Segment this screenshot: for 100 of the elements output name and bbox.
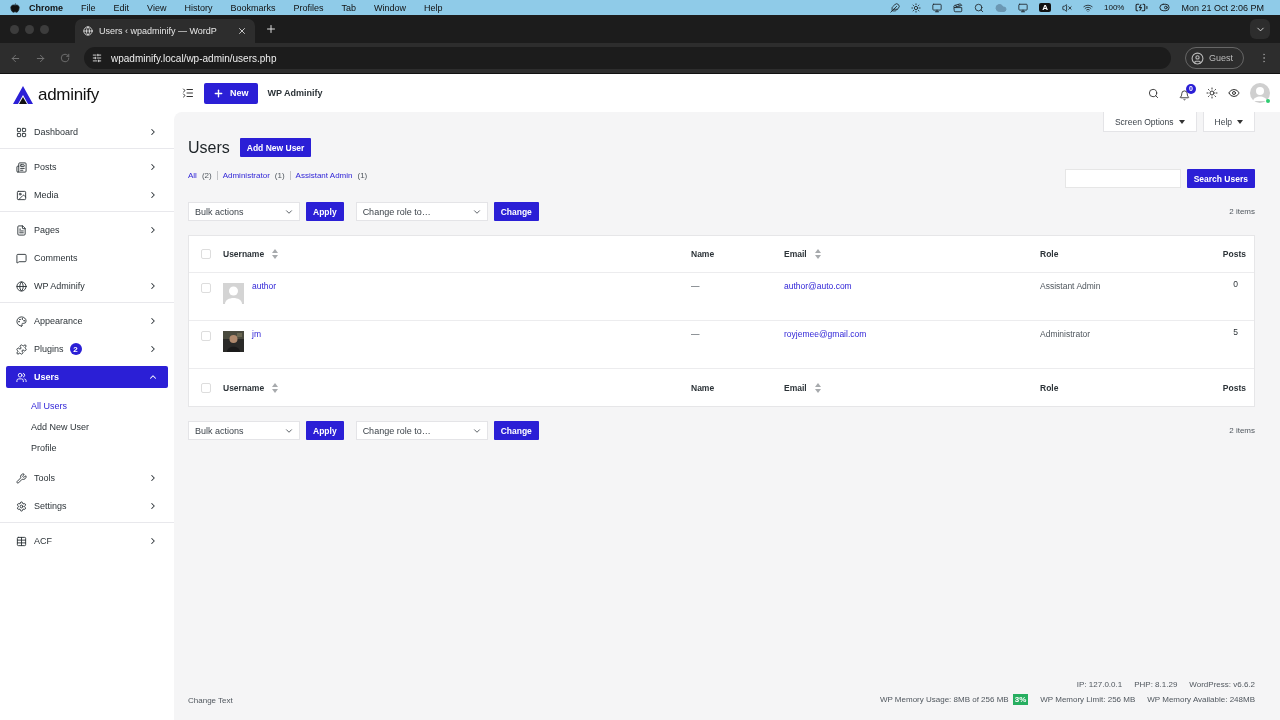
sidebar-item[interactable]: Settings bbox=[6, 495, 168, 517]
add-new-user-button[interactable]: Add New User bbox=[239, 138, 312, 157]
filter-link[interactable]: Administrator bbox=[222, 171, 270, 180]
posts-count[interactable]: 5 bbox=[1233, 327, 1254, 337]
mute-icon[interactable] bbox=[1062, 2, 1072, 13]
column-header: Role bbox=[1040, 249, 1059, 259]
theme-toggle-button[interactable] bbox=[1206, 87, 1218, 99]
filter-count: (2) bbox=[201, 171, 212, 180]
change-role-select[interactable]: Change role to… bbox=[355, 421, 488, 440]
email-link[interactable]: royjemee@gmail.com bbox=[784, 329, 1040, 339]
username-link[interactable]: author bbox=[252, 281, 277, 291]
monitor-icon[interactable] bbox=[1018, 2, 1029, 13]
submenu-item[interactable]: Profile bbox=[31, 437, 168, 458]
email-link[interactable]: author@auto.com bbox=[784, 281, 1040, 291]
wifi-icon[interactable] bbox=[1083, 2, 1093, 13]
apple-icon[interactable] bbox=[10, 2, 20, 13]
menu-item[interactable]: History bbox=[175, 2, 222, 13]
screen-meta-tab[interactable]: Screen Options bbox=[1102, 112, 1197, 132]
menu-item[interactable]: Tab bbox=[332, 2, 365, 13]
menu-item[interactable]: Chrome bbox=[20, 2, 72, 13]
sidebar-item[interactable]: Users bbox=[6, 366, 168, 388]
preview-button[interactable] bbox=[1228, 87, 1240, 99]
submenu-item[interactable]: All Users bbox=[31, 395, 168, 416]
feather-icon[interactable] bbox=[890, 2, 901, 13]
display-icon[interactable] bbox=[932, 2, 943, 13]
clapperboard-icon[interactable] bbox=[953, 2, 964, 13]
clock[interactable]: Mon 21 Oct 2:06 PM bbox=[1181, 2, 1264, 13]
collapse-menu-button[interactable] bbox=[182, 87, 194, 99]
browser-tab[interactable]: Users ‹ wpadminify — WordP bbox=[75, 19, 255, 43]
column-header[interactable]: Username bbox=[223, 382, 265, 393]
back-button[interactable] bbox=[10, 52, 21, 64]
change-button[interactable]: Change bbox=[493, 202, 539, 221]
row-checkbox[interactable] bbox=[201, 331, 211, 341]
memory-info: WP Memory Limit: 256 MB bbox=[1040, 695, 1136, 704]
input-source-indicator[interactable]: A bbox=[1039, 3, 1051, 12]
window-close-dot[interactable] bbox=[10, 24, 19, 34]
search-icon[interactable] bbox=[974, 2, 985, 13]
bulk-actions-select[interactable]: Bulk actions bbox=[188, 421, 300, 440]
column-header[interactable]: Email bbox=[784, 382, 807, 393]
new-tab-button[interactable] bbox=[265, 23, 277, 35]
sidebar-item[interactable]: Posts bbox=[6, 156, 168, 178]
sidebar-item[interactable]: Tools bbox=[6, 467, 168, 489]
sidebar-item[interactable]: ACF bbox=[6, 530, 168, 552]
username-link[interactable]: jm bbox=[252, 329, 261, 339]
apply-button[interactable]: Apply bbox=[306, 421, 344, 440]
menu-item[interactable]: View bbox=[138, 2, 176, 13]
server-info: WordPress: v6.6.2 bbox=[1189, 680, 1255, 689]
site-name[interactable]: WP Adminify bbox=[267, 88, 323, 98]
footer-text: Change Text bbox=[188, 696, 233, 705]
sidebar-item[interactable]: WP Adminify bbox=[6, 275, 168, 297]
sidebar-item[interactable]: Media bbox=[6, 184, 168, 206]
address-bar[interactable]: wpadminify.local/wp-admin/users.php bbox=[84, 47, 1171, 69]
filter-link[interactable]: Assistant Admin bbox=[295, 171, 353, 180]
grid-icon bbox=[16, 126, 27, 138]
sidebar-item[interactable]: Plugins 2 bbox=[6, 338, 168, 360]
menu-item[interactable]: Bookmarks bbox=[221, 2, 285, 13]
change-button[interactable]: Change bbox=[493, 421, 539, 440]
select-all-checkbox[interactable] bbox=[201, 382, 211, 393]
tab-search-button[interactable] bbox=[1250, 19, 1270, 39]
apply-button[interactable]: Apply bbox=[306, 202, 344, 221]
menu-item[interactable]: Profiles bbox=[284, 2, 333, 13]
search-users-button[interactable]: Search Users bbox=[1186, 169, 1255, 188]
role-cell: Administrator bbox=[1040, 329, 1091, 339]
close-icon[interactable] bbox=[237, 26, 247, 36]
window-minimize-dot[interactable] bbox=[25, 24, 34, 34]
row-checkbox[interactable] bbox=[201, 283, 211, 293]
select-all-checkbox[interactable] bbox=[201, 249, 211, 259]
reload-button[interactable] bbox=[60, 53, 70, 63]
name-cell: — bbox=[691, 329, 700, 339]
users-icon bbox=[16, 371, 27, 383]
site-settings-icon[interactable] bbox=[92, 53, 102, 63]
window-zoom-dot[interactable] bbox=[40, 24, 49, 34]
menu-item[interactable]: Edit bbox=[104, 2, 139, 13]
filter-link[interactable]: All bbox=[188, 171, 197, 180]
name-cell: — bbox=[691, 281, 700, 291]
newspaper-icon bbox=[16, 161, 27, 173]
search-button[interactable] bbox=[1148, 87, 1159, 99]
avatar-placeholder-icon bbox=[223, 283, 244, 304]
bulk-actions-select[interactable]: Bulk actions bbox=[188, 202, 300, 221]
screen-meta-tab[interactable]: Help bbox=[1202, 112, 1255, 132]
column-header: Name bbox=[691, 249, 715, 259]
sidebar-item[interactable]: Comments bbox=[6, 247, 168, 269]
column-header[interactable]: Username bbox=[223, 249, 265, 259]
battery-icon[interactable] bbox=[1135, 1, 1149, 14]
forward-button[interactable] bbox=[35, 52, 46, 64]
posts-count[interactable]: 0 bbox=[1233, 279, 1254, 289]
submenu-item[interactable]: Add New User bbox=[31, 416, 168, 437]
filter-count: (1) bbox=[274, 171, 285, 180]
sidebar-label: ACF bbox=[34, 536, 52, 546]
sidebar-item[interactable]: Pages bbox=[6, 219, 168, 241]
search-field[interactable] bbox=[1064, 169, 1181, 188]
menu-item[interactable]: Help bbox=[415, 2, 452, 13]
sidebar-item[interactable]: Dashboard bbox=[6, 121, 168, 143]
sidebar-item[interactable]: Appearance bbox=[6, 310, 168, 332]
new-button[interactable]: New bbox=[204, 82, 258, 104]
menu-item[interactable]: File bbox=[72, 2, 105, 13]
menu-item[interactable]: Window bbox=[364, 2, 415, 13]
change-role-select[interactable]: Change role to… bbox=[355, 202, 488, 221]
sun-icon[interactable] bbox=[911, 2, 922, 13]
column-header[interactable]: Email bbox=[784, 249, 807, 259]
